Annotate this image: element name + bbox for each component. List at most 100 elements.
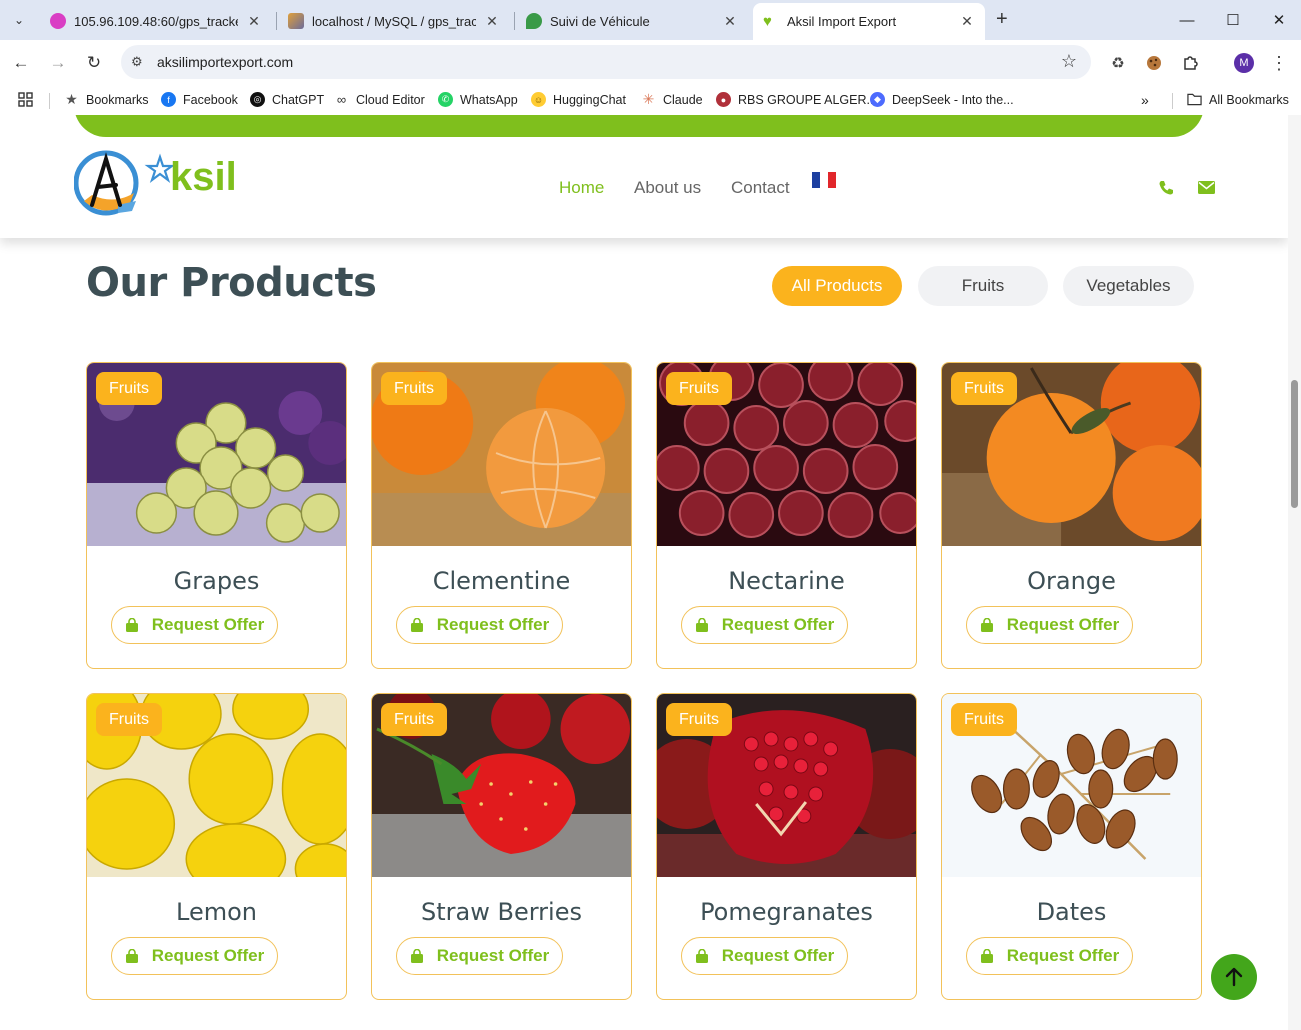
profile-avatar[interactable]: M xyxy=(1234,53,1254,73)
bookmark-item[interactable]: ● RBS GROUPE ALGER... xyxy=(716,92,877,107)
filter-vegetables[interactable]: Vegetables xyxy=(1063,266,1194,306)
nav-about[interactable]: About us xyxy=(634,178,701,198)
close-icon: ✕ xyxy=(1272,12,1286,29)
product-name: Orange xyxy=(1027,567,1116,595)
hugging-face-icon: ☺ xyxy=(531,92,546,107)
folder-icon xyxy=(1187,92,1202,107)
cookie-extension-icon[interactable] xyxy=(1143,52,1165,74)
product-name: Pomegranates xyxy=(700,898,873,926)
chevron-down-icon: ⌄ xyxy=(13,13,25,27)
bookmarks-divider xyxy=(1172,93,1173,109)
phone-icon[interactable] xyxy=(1157,178,1175,196)
product-name: Grapes xyxy=(173,567,260,595)
product-card-lemon: Fruits Lemon Request Offer xyxy=(86,693,347,1000)
bookmark-item[interactable]: ✆ WhatsApp xyxy=(438,92,518,107)
category-badge: Fruits xyxy=(951,703,1017,736)
forward-button[interactable]: → xyxy=(46,51,70,75)
request-offer-button[interactable]: Request Offer xyxy=(111,937,278,975)
facebook-icon: f xyxy=(161,92,176,107)
page-scrollbar[interactable] xyxy=(1288,115,1301,1030)
request-offer-button[interactable]: Request Offer xyxy=(966,606,1133,644)
product-name: Straw Berries xyxy=(421,898,582,926)
back-button[interactable]: ← xyxy=(9,51,33,75)
request-offer-button[interactable]: Request Offer xyxy=(681,606,848,644)
logo-text: ksil xyxy=(170,155,237,199)
maximize-button[interactable]: ☐ xyxy=(1210,6,1256,34)
request-offer-button[interactable]: Request Offer xyxy=(966,937,1133,975)
bookmark-item[interactable]: ✳ Claude xyxy=(641,91,703,107)
site-header: ksil Home About us Contact xyxy=(0,115,1288,238)
bookmark-item[interactable]: ☺ HuggingChat xyxy=(531,92,626,107)
plus-icon: + xyxy=(996,8,1008,30)
close-icon[interactable]: ✕ xyxy=(722,13,738,30)
chatgpt-icon: ◎ xyxy=(250,92,265,107)
browser-tab[interactable]: 105.96.109.48:60/gps_tracker/lo ✕ xyxy=(40,5,272,37)
bookmark-item[interactable]: ∞ Cloud Editor xyxy=(334,92,425,107)
recycle-extension-icon[interactable]: ♻ xyxy=(1107,52,1129,74)
product-card-pomegranates: Fruits Pomegranates Request Offer xyxy=(656,693,917,1000)
scrollbar-thumb[interactable] xyxy=(1291,380,1298,508)
address-bar[interactable]: ⚙ aksilimportexport.com ☆ xyxy=(121,45,1091,79)
envelope-icon[interactable] xyxy=(1197,178,1215,196)
request-offer-button[interactable]: Request Offer xyxy=(111,606,278,644)
request-offer-button[interactable]: Request Offer xyxy=(396,937,563,975)
bookmark-star-icon[interactable]: ☆ xyxy=(1061,51,1077,72)
phpmyadmin-icon xyxy=(288,13,304,29)
extensions-puzzle-icon[interactable] xyxy=(1179,52,1201,74)
category-badge: Fruits xyxy=(666,372,732,405)
french-flag-icon[interactable] xyxy=(812,172,836,188)
bookmarks-bar: ★ Bookmarks f Facebook ◎ ChatGPT ∞ Cloud Edi… xyxy=(0,85,1301,115)
close-icon[interactable]: ✕ xyxy=(246,13,262,30)
more-bookmarks-icon[interactable]: » xyxy=(1141,92,1149,108)
nav-contact[interactable]: Contact xyxy=(731,178,790,198)
bookmark-item[interactable]: f Facebook xyxy=(161,92,238,107)
arrow-right-icon: → xyxy=(49,53,67,72)
request-offer-button[interactable]: Request Offer xyxy=(681,937,848,975)
back-to-top-button[interactable] xyxy=(1211,954,1257,1000)
site-settings-icon[interactable]: ⚙ xyxy=(131,54,147,70)
bookmark-item[interactable]: ◎ ChatGPT xyxy=(250,92,324,107)
minimize-button[interactable]: — xyxy=(1164,6,1210,34)
request-offer-button[interactable]: Request Offer xyxy=(396,606,563,644)
category-badge: Fruits xyxy=(381,372,447,405)
shopping-bag-icon xyxy=(980,949,993,963)
bookmarks-divider xyxy=(49,93,50,109)
pink-circle-icon xyxy=(50,13,66,29)
product-card-dates: Fruits Dates Request Offer xyxy=(941,693,1202,1000)
product-card-nectarine: Fruits Nectarine Request Offer xyxy=(656,362,917,669)
new-tab-button[interactable]: + xyxy=(996,8,1008,31)
reload-button[interactable]: ↻ xyxy=(82,51,106,75)
product-card-orange: Fruits Orange Request Offer xyxy=(941,362,1202,669)
category-badge: Fruits xyxy=(666,703,732,736)
infinity-icon: ∞ xyxy=(336,92,347,107)
maximize-icon: ☐ xyxy=(1226,12,1240,29)
browser-tab[interactable]: Suivi de Véhicule ✕ xyxy=(516,5,748,37)
browser-tab-bar: ⌄ 105.96.109.48:60/gps_tracker/lo ✕ loca… xyxy=(0,0,1301,40)
bookmark-item[interactable]: ★ Bookmarks xyxy=(64,91,148,107)
url-text[interactable]: aksilimportexport.com xyxy=(157,54,293,70)
close-window-button[interactable]: ✕ xyxy=(1256,6,1301,34)
filter-all-products[interactable]: All Products xyxy=(772,266,902,306)
category-badge: Fruits xyxy=(96,703,162,736)
browser-tab[interactable]: localhost / MySQL / gps_trackin ✕ xyxy=(278,5,510,37)
browser-tab-active[interactable]: ♥ Aksil Import Export ✕ xyxy=(753,3,985,40)
more-menu-icon[interactable]: ⋮ xyxy=(1268,52,1290,74)
shopping-bag-icon xyxy=(125,618,138,632)
minimize-icon: — xyxy=(1179,11,1195,29)
nav-home[interactable]: Home xyxy=(559,178,604,198)
all-bookmarks-button[interactable]: All Bookmarks xyxy=(1187,92,1289,107)
product-name: Clementine xyxy=(432,567,571,595)
browser-toolbar: ← → ↻ ⚙ aksilimportexport.com ☆ ♻ ⋮ xyxy=(0,40,1301,85)
bookmark-item[interactable]: ◆ DeepSeek - Into the... xyxy=(870,92,1014,107)
tab-search-button[interactable]: ⌄ xyxy=(6,7,32,33)
category-badge: Fruits xyxy=(96,372,162,405)
product-card-strawberries: Fruits Straw Berries Request Offer xyxy=(371,693,632,1000)
filter-fruits[interactable]: Fruits xyxy=(918,266,1048,306)
site-logo[interactable]: ksil xyxy=(74,149,244,219)
apps-grid-icon[interactable] xyxy=(18,92,33,107)
rbs-icon: ● xyxy=(716,92,731,107)
close-icon[interactable]: ✕ xyxy=(959,13,975,30)
shopping-bag-icon xyxy=(980,618,993,632)
deepseek-icon: ◆ xyxy=(870,92,885,107)
close-icon[interactable]: ✕ xyxy=(484,13,500,30)
